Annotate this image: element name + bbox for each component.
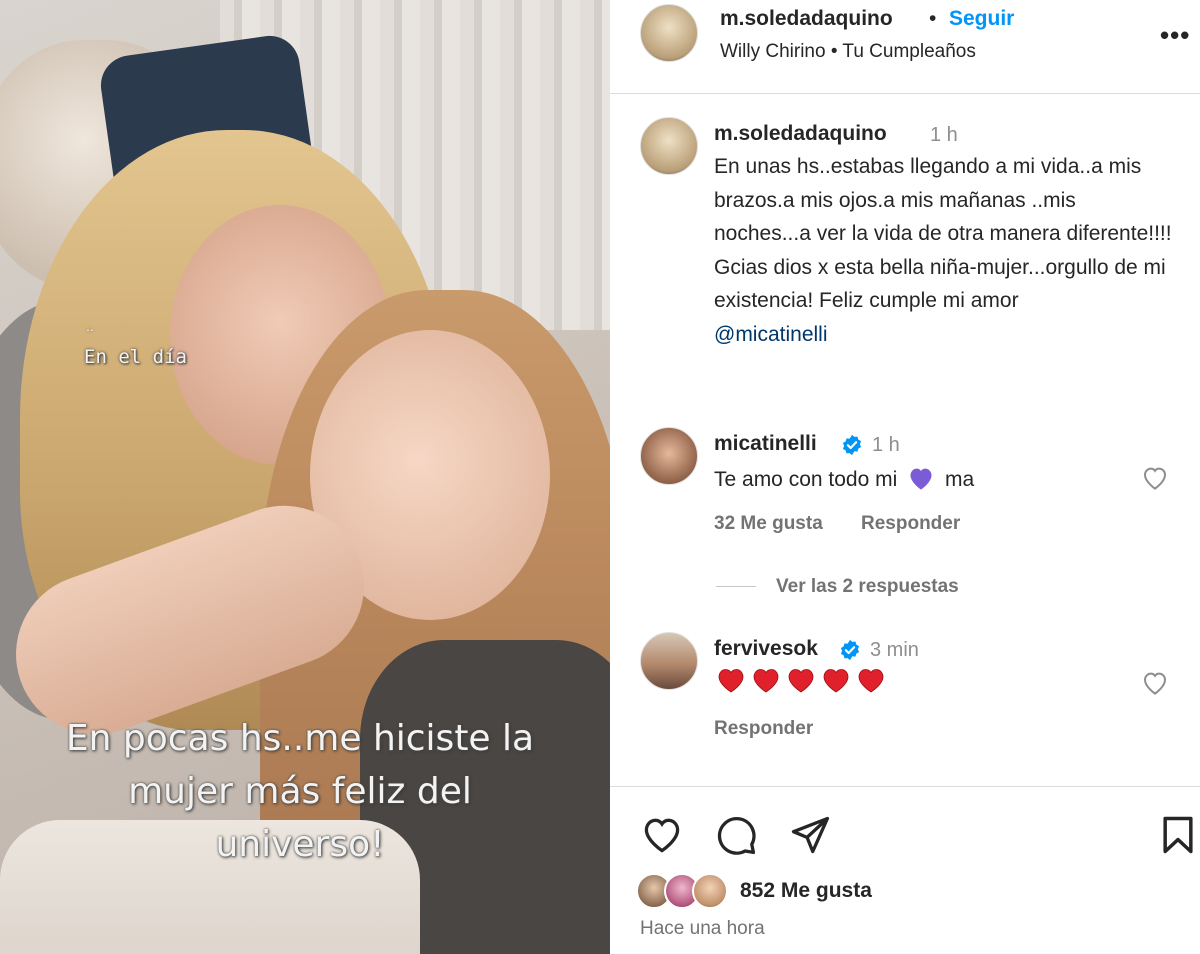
caption-body: En unas hs..estabas llegando a mi vida..… — [714, 155, 1172, 312]
comment-text-after: ma — [944, 468, 975, 491]
comment-icon[interactable] — [714, 813, 758, 857]
send-icon[interactable] — [788, 813, 832, 857]
more-options-icon[interactable]: ••• — [1160, 20, 1190, 51]
owner-avatar[interactable] — [640, 4, 698, 62]
photo-caption-line: universo! — [215, 824, 385, 865]
comment-like-heart-icon[interactable] — [1140, 463, 1170, 493]
photo-tag-dots: .. — [86, 318, 94, 334]
photo-caption-line: En pocas hs..me hiciste la — [65, 718, 535, 759]
post-header: m.soledadaquino • Seguir Willy Chirino •… — [610, 0, 1200, 94]
caption-username[interactable]: m.soledadaquino — [714, 122, 887, 146]
comment-time[interactable]: 3 min — [870, 639, 919, 662]
caption-mention[interactable]: @micatinelli — [714, 323, 828, 346]
photo-overlay-caption: En pocas hs..me hiciste la mujer más fel… — [0, 712, 600, 871]
comment-text: Te amo con todo mi ma — [714, 465, 974, 492]
liked-by-avatars[interactable] — [636, 873, 736, 909]
comment-text-before: Te amo con todo mi — [714, 468, 898, 491]
comment-likes-count[interactable]: 32 Me gusta — [714, 513, 823, 535]
separator-dot: • — [929, 7, 937, 30]
photo-tag-text: En el día — [84, 346, 187, 368]
verified-badge-icon — [842, 434, 862, 456]
caption-avatar[interactable] — [640, 117, 698, 175]
replies-divider-line — [716, 586, 756, 587]
like-heart-icon[interactable] — [640, 813, 684, 857]
caption-text: En unas hs..estabas llegando a mi vida..… — [714, 150, 1174, 351]
comment-avatar-micatinelli[interactable] — [640, 427, 698, 485]
comment-like-heart-icon[interactable] — [1140, 668, 1170, 698]
bookmark-icon[interactable] — [1156, 813, 1200, 857]
comment-username[interactable]: fervivesok — [714, 637, 818, 661]
comment-avatar-fervivesok[interactable] — [640, 632, 698, 690]
verified-badge-icon — [840, 639, 860, 661]
reply-button[interactable]: Responder — [714, 718, 813, 740]
owner-username[interactable]: m.soledadaquino — [720, 7, 893, 31]
red-hearts-emoji-icon — [718, 669, 884, 693]
view-replies-button[interactable]: Ver las 2 respuestas — [776, 576, 959, 598]
purple-heart-icon — [910, 468, 932, 490]
liker-avatar — [692, 873, 728, 909]
comment-username[interactable]: micatinelli — [714, 432, 817, 456]
follow-button[interactable]: Seguir — [949, 7, 1014, 31]
audio-track-link[interactable]: Willy Chirino • Tu Cumpleaños — [720, 41, 976, 63]
post-photo[interactable]: .. En el día En pocas hs..me hiciste la … — [0, 0, 610, 954]
likes-count[interactable]: 852 Me gusta — [740, 879, 872, 903]
comment-time[interactable]: 1 h — [872, 434, 900, 457]
photo-caption-line: mujer más feliz del — [128, 771, 472, 812]
reply-button[interactable]: Responder — [861, 513, 960, 535]
post-actions: 852 Me gusta Hace una hora — [610, 786, 1200, 954]
post-timestamp[interactable]: Hace una hora — [640, 918, 765, 940]
post-side-panel: m.soledadaquino • Seguir Willy Chirino •… — [610, 0, 1200, 954]
caption-time[interactable]: 1 h — [930, 124, 958, 147]
